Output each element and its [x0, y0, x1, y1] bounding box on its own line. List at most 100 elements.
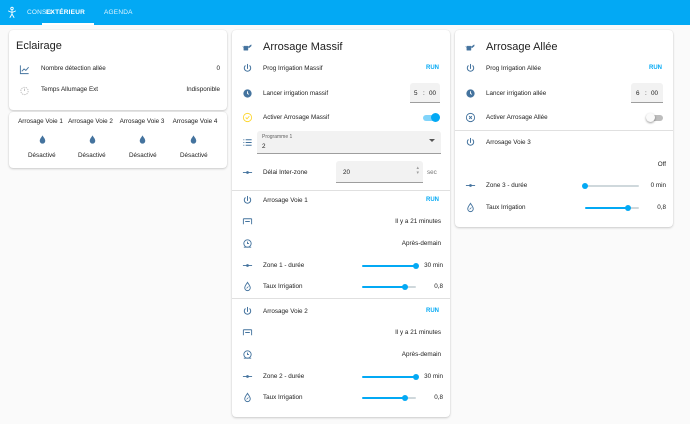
zone-state: Désactivé — [180, 152, 208, 159]
slider-thumb[interactable] — [402, 395, 409, 401]
ray-vertex-icon — [242, 167, 253, 178]
power-icon — [242, 306, 253, 317]
minute-field[interactable]: 00 — [651, 90, 658, 97]
spin-arrows-icon[interactable]: ▴ ▾ — [416, 166, 419, 176]
ray-vertex-icon — [242, 260, 253, 271]
arrosage-massif-card: Arrosage Massif Prog Irrigation Massif R… — [232, 30, 450, 417]
toggle-label: Activer Arrosage Massif — [263, 114, 330, 121]
slider-value: 30 min — [424, 373, 443, 380]
power-icon — [465, 137, 476, 148]
zones-card: Arrosage Voie 1 Arrosage Voie 2 Arrosage… — [9, 112, 227, 168]
clock-icon — [242, 88, 253, 99]
card-title: Eclairage — [16, 40, 62, 52]
select-label: Programme 1 — [262, 134, 293, 140]
power-icon — [465, 63, 476, 74]
voie-state: Off — [657, 161, 666, 168]
row-label: Nombre détection allée — [41, 65, 106, 72]
programme-select[interactable]: Programme 1 2 — [257, 131, 441, 154]
minute-field[interactable]: 00 — [429, 90, 436, 97]
watering-can-icon — [242, 42, 253, 53]
water-drop-icon — [188, 134, 199, 145]
toggle-thumb — [646, 113, 655, 122]
run-button[interactable]: RUN — [649, 65, 662, 71]
arrosage-allee-card: Arrosage Allée Prog Irrigation Allée RUN… — [455, 30, 673, 227]
next-run: Après-demain — [401, 351, 441, 358]
watering-can-icon — [465, 42, 476, 53]
row-label: Temps Allumage Ext — [41, 86, 99, 93]
slider-label: Taux Irrigation — [263, 394, 303, 401]
unit-label: sec — [427, 169, 437, 176]
zone-name: Arrosage Voie 1 — [18, 118, 63, 125]
duree-slider[interactable] — [362, 265, 416, 267]
zone-glance-item[interactable]: Arrosage Voie 3 — [116, 118, 168, 125]
voie-label: Arrosage Voie 2 — [263, 308, 308, 315]
time-separator: : — [423, 90, 425, 97]
zone-name: Arrosage Voie 4 — [172, 118, 218, 125]
tab-agenda[interactable]: AGENDA — [104, 9, 133, 16]
home-assistant-logo-icon[interactable] — [6, 6, 18, 19]
chevron-down-icon — [429, 139, 435, 142]
hour-field[interactable]: 6 — [636, 90, 640, 97]
zone-name: Arrosage Voie 3 — [119, 118, 165, 125]
top-app-bar: CONSO EXTÉRIEUR AGENDA — [0, 0, 690, 25]
divider — [232, 190, 450, 191]
water-percent-icon — [242, 392, 253, 403]
slider-value: 0,8 — [434, 394, 443, 401]
last-triggered: Il y a 21 minutes — [395, 329, 441, 336]
zone-glance-item[interactable]: Arrosage Voie 2 — [65, 118, 116, 125]
hour-field[interactable]: 5 — [414, 90, 418, 97]
slider-thumb[interactable] — [402, 284, 409, 290]
time-input[interactable]: 6 : 00 — [631, 83, 663, 103]
ray-vertex-icon — [242, 371, 253, 382]
zone-state: Désactivé — [78, 152, 106, 159]
slider-thumb[interactable] — [413, 263, 419, 269]
history-icon — [242, 216, 253, 227]
select-value: 2 — [262, 143, 266, 150]
calendar-clock-icon — [242, 238, 253, 249]
last-triggered: Il y a 21 minutes — [395, 218, 441, 225]
tab-exterieur[interactable]: EXTÉRIEUR — [46, 9, 85, 16]
toggle-label: Activer Arrosage Allée — [486, 114, 548, 121]
slider-thumb[interactable] — [413, 374, 419, 380]
slider-thumb[interactable] — [582, 183, 588, 189]
next-run: Après-demain — [401, 240, 441, 247]
time-input[interactable]: 5 : 00 — [410, 83, 440, 103]
zone-glance-item[interactable]: Arrosage Voie 4 — [167, 118, 223, 125]
slider-value: 0,8 — [434, 283, 443, 290]
slider-value: 0,8 — [657, 204, 666, 211]
slider-label: Zone 2 - durée — [263, 373, 305, 380]
format-list-icon — [242, 137, 253, 148]
run-button[interactable]: RUN — [426, 197, 439, 203]
slider-value: 30 min — [424, 262, 443, 269]
calendar-clock-icon — [242, 349, 253, 360]
close-circle-icon — [465, 112, 476, 123]
check-circle-icon — [242, 112, 253, 123]
timer-icon — [19, 85, 30, 96]
power-icon — [242, 63, 253, 74]
run-button[interactable]: RUN — [426, 308, 439, 314]
clock-icon — [465, 88, 476, 99]
toggle-thumb — [431, 113, 440, 122]
voie-label: Arrosage Voie 3 — [486, 139, 531, 146]
zone-state: Désactivé — [28, 152, 56, 159]
history-icon — [242, 327, 253, 338]
power-icon — [242, 195, 253, 206]
zone-glance-item[interactable]: Arrosage Voie 1 — [9, 118, 72, 125]
eclairage-card: Eclairage Nombre détection allée 0 Temps… — [9, 30, 227, 110]
card-title: Arrosage Allée — [486, 41, 558, 53]
slider-thumb[interactable] — [625, 205, 632, 211]
divider — [455, 130, 673, 131]
run-button[interactable]: RUN — [426, 65, 439, 71]
duree-slider[interactable] — [585, 185, 639, 187]
chart-line-icon — [19, 64, 30, 75]
voie-label: Arrosage Voie 1 — [263, 197, 308, 204]
number-label: Délai Inter-zone — [263, 169, 308, 176]
time-separator: : — [645, 90, 647, 97]
script-label: Prog Irrigation Massif — [263, 65, 323, 72]
slider-label: Taux Irrigation — [486, 204, 526, 211]
water-drop-icon — [37, 134, 48, 145]
script-label: Prog Irrigation Allée — [486, 65, 541, 72]
duree-slider[interactable] — [362, 376, 416, 378]
time-label: Lancer irrigation allée — [486, 90, 547, 97]
delai-input[interactable]: 20 ▴ ▾ — [336, 161, 423, 183]
